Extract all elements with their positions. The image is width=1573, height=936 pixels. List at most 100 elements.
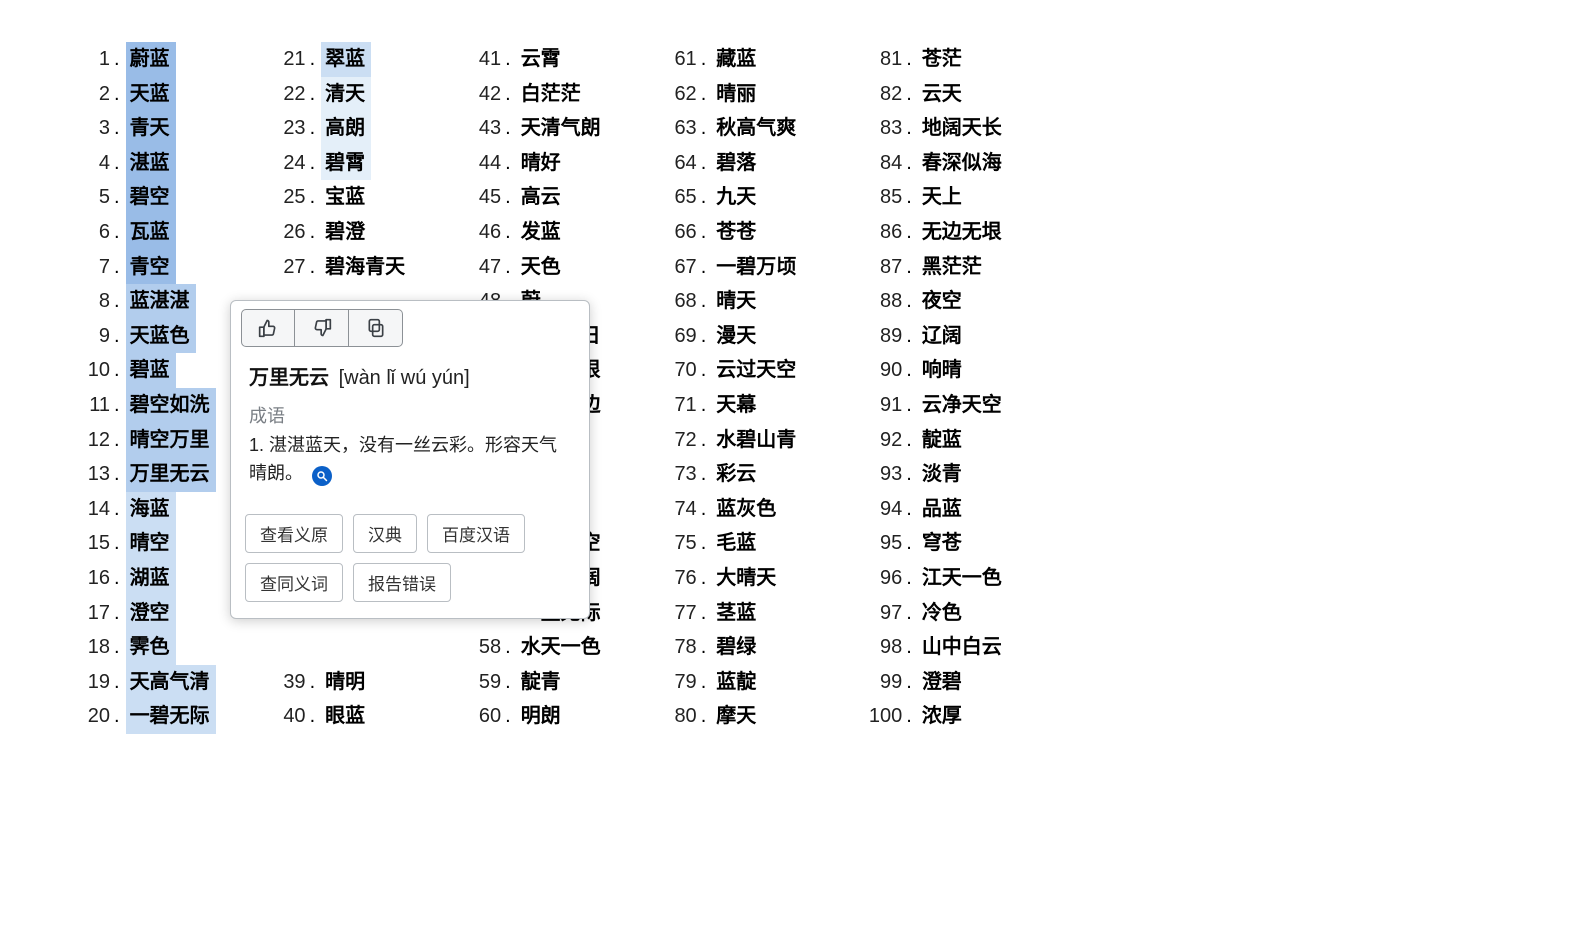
list-item[interactable]: 61.藏蓝 [667,42,803,77]
item-word[interactable]: 苍茫 [918,42,968,77]
item-word[interactable]: 万里无云 [126,457,216,492]
list-item[interactable]: 27.碧海青天 [276,250,412,285]
item-word[interactable]: 碧落 [712,146,762,181]
list-item[interactable]: 67.一碧万顷 [667,250,803,285]
list-item[interactable]: 40.眼蓝 [276,699,412,734]
item-word[interactable]: 江天一色 [918,561,1008,596]
list-item[interactable]: 70.云过天空 [667,353,803,388]
list-item[interactable]: 81.苍茫 [862,42,1008,77]
item-word[interactable]: 天蓝色 [126,319,196,354]
item-word[interactable]: 藏蓝 [712,42,762,77]
item-word[interactable]: 碧空如洗 [126,388,216,423]
list-item[interactable]: 65.九天 [667,180,803,215]
list-item[interactable]: 97.冷色 [862,596,1008,631]
list-item[interactable]: 66.苍苍 [667,215,803,250]
search-definition-icon[interactable] [312,466,332,486]
popup-link-button[interactable]: 汉典 [353,514,417,553]
item-word[interactable]: 晴明 [321,665,371,700]
list-item[interactable]: 10.碧蓝 [82,353,216,388]
item-word[interactable]: 海蓝 [126,492,176,527]
list-item[interactable]: 6.瓦蓝 [82,215,216,250]
item-word[interactable]: 霁色 [126,630,176,665]
list-item[interactable]: 72.水碧山青 [667,423,803,458]
item-word[interactable]: 晴丽 [712,77,762,112]
item-word[interactable]: 碧蓝 [126,353,176,388]
list-item[interactable]: 21.翠蓝 [276,42,412,77]
list-item[interactable]: 44.晴好 [471,146,607,181]
list-item[interactable]: 62.晴丽 [667,77,803,112]
item-word[interactable]: 九天 [712,180,762,215]
list-item[interactable]: 19.天高气清 [82,665,216,700]
list-item[interactable]: 4.湛蓝 [82,146,216,181]
popup-link-button[interactable]: 百度汉语 [427,514,525,553]
item-word[interactable]: 宝蓝 [321,180,371,215]
list-item[interactable]: 43.天清气朗 [471,111,607,146]
item-word[interactable]: 蓝湛湛 [126,284,196,319]
item-word[interactable]: 天幕 [712,388,762,423]
list-item[interactable]: 95.穹苍 [862,526,1008,561]
list-item[interactable]: 96.江天一色 [862,561,1008,596]
item-word[interactable]: 碧绿 [712,630,762,665]
list-item[interactable]: 16.湖蓝 [82,561,216,596]
list-item[interactable]: 83.地阔天长 [862,111,1008,146]
list-item[interactable]: 87.黑茫茫 [862,250,1008,285]
list-item[interactable]: 60.明朗 [471,699,607,734]
item-word[interactable]: 穹苍 [918,526,968,561]
item-word[interactable]: 晴空万里 [126,423,216,458]
list-item[interactable]: 99.澄碧 [862,665,1008,700]
list-item[interactable]: 90.响晴 [862,353,1008,388]
item-word[interactable]: 毛蓝 [712,526,762,561]
list-item[interactable]: 11.碧空如洗 [82,388,216,423]
item-word[interactable]: 眼蓝 [321,699,371,734]
item-word[interactable]: 响晴 [918,353,968,388]
thumbs-down-button[interactable] [295,309,349,347]
list-item[interactable]: 73.彩云 [667,457,803,492]
list-item[interactable]: 98.山中白云 [862,630,1008,665]
list-item[interactable]: 69.漫天 [667,319,803,354]
item-word[interactable]: 蓝靛 [712,665,762,700]
popup-link-button[interactable]: 报告错误 [353,563,451,602]
item-word[interactable]: 彩云 [712,457,762,492]
item-word[interactable]: 清天 [321,77,371,112]
list-item[interactable]: 63.秋高气爽 [667,111,803,146]
item-word[interactable]: 漫天 [712,319,762,354]
list-item[interactable]: 88.夜空 [862,284,1008,319]
list-item[interactable]: 15.晴空 [82,526,216,561]
item-word[interactable]: 高朗 [321,111,371,146]
item-word[interactable]: 秋高气爽 [712,111,802,146]
item-word[interactable]: 碧空 [126,180,176,215]
item-word[interactable]: 水天一色 [517,630,607,665]
list-item[interactable]: 68.晴天 [667,284,803,319]
item-word[interactable]: 天蓝 [126,77,176,112]
list-item[interactable]: 13.万里无云 [82,457,216,492]
list-item[interactable]: 20.一碧无际 [82,699,216,734]
item-word[interactable]: 晴天 [712,284,762,319]
list-item[interactable]: 45.高云 [471,180,607,215]
list-item[interactable]: 39.晴明 [276,665,412,700]
item-word[interactable]: 茎蓝 [712,596,762,631]
item-word[interactable]: 黑茫茫 [918,250,988,285]
item-word[interactable]: 蔚蓝 [126,42,176,77]
item-word[interactable]: 碧澄 [321,215,371,250]
item-word[interactable]: 淡青 [918,457,968,492]
list-item[interactable]: 82.云天 [862,77,1008,112]
list-item[interactable]: 46.发蓝 [471,215,607,250]
item-word[interactable]: 湖蓝 [126,561,176,596]
item-word[interactable]: 靛蓝 [918,423,968,458]
list-item[interactable]: 12.晴空万里 [82,423,216,458]
list-item[interactable]: 17.澄空 [82,596,216,631]
copy-button[interactable] [349,309,403,347]
item-word[interactable]: 发蓝 [517,215,567,250]
list-item[interactable]: 80.摩天 [667,699,803,734]
list-item[interactable]: 7.青空 [82,250,216,285]
list-item[interactable]: 24.碧霄 [276,146,412,181]
item-word[interactable]: 青天 [126,111,176,146]
item-word[interactable]: 明朗 [517,699,567,734]
item-word[interactable]: 瓦蓝 [126,215,176,250]
item-word[interactable]: 白茫茫 [517,77,587,112]
item-word[interactable]: 澄空 [126,596,176,631]
item-word[interactable]: 天高气清 [126,665,216,700]
item-word[interactable]: 山中白云 [918,630,1008,665]
item-word[interactable]: 大晴天 [712,561,782,596]
list-item[interactable]: 23.高朗 [276,111,412,146]
